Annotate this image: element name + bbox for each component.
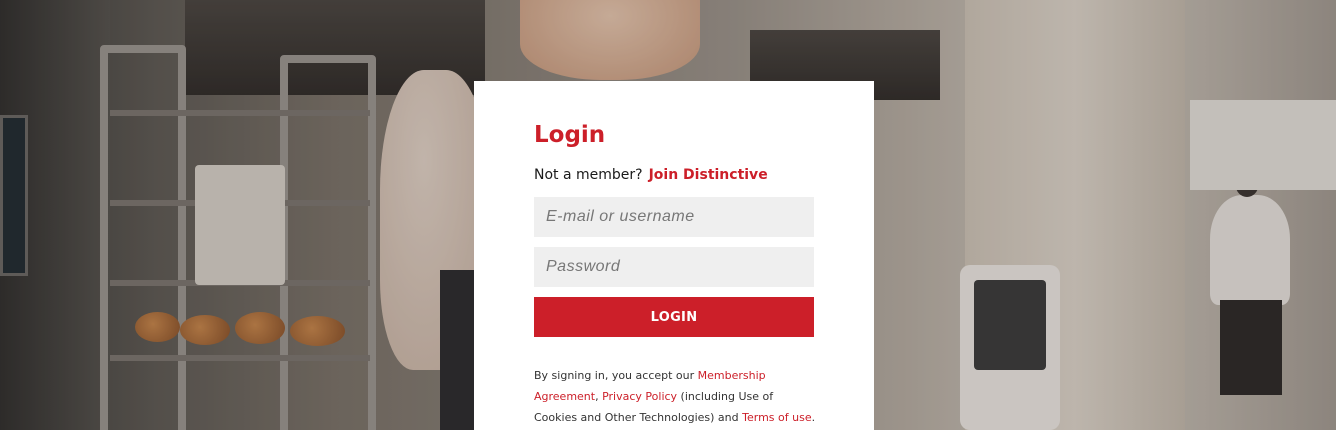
- legal-suffix: .: [811, 411, 816, 424]
- legal-text: By signing in, you accept our Membership…: [534, 365, 816, 428]
- terms-of-use-link[interactable]: Terms of use: [742, 411, 811, 424]
- privacy-policy-link[interactable]: Privacy Policy: [602, 390, 677, 403]
- login-button[interactable]: LOGIN: [534, 297, 814, 337]
- login-card: Login Not a member? Join Distinctive LOGI…: [474, 81, 874, 441]
- not-member-text: Not a member?: [534, 167, 643, 183]
- join-link[interactable]: Join Distinctive: [649, 167, 768, 183]
- legal-prefix: By signing in, you accept our: [534, 369, 698, 382]
- password-input[interactable]: [534, 247, 814, 287]
- member-prompt: Not a member? Join Distinctive: [534, 166, 814, 184]
- email-input[interactable]: [534, 197, 814, 237]
- login-title: Login: [534, 122, 606, 148]
